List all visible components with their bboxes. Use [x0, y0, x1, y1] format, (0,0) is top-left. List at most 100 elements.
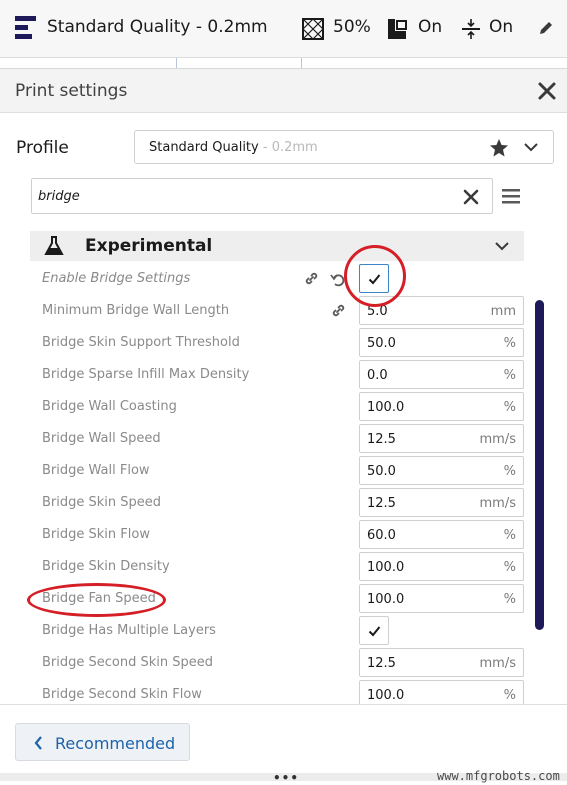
- setting-label: Bridge Sparse Infill Max Density: [42, 367, 250, 382]
- setting-value: 60.0: [367, 528, 396, 543]
- setting-label: Bridge Has Multiple Layers: [42, 623, 216, 638]
- setting-value: 12.5: [367, 496, 396, 511]
- setting-label: Bridge Skin Speed: [42, 495, 162, 510]
- setting-value-field[interactable]: 12.5 mm/s: [359, 424, 524, 453]
- setting-row: Enable Bridge Settings: [30, 263, 524, 293]
- star-icon[interactable]: [489, 138, 509, 158]
- setting-label: Bridge Wall Speed: [42, 431, 161, 446]
- setting-value: 100.0: [367, 688, 405, 703]
- setting-label: Enable Bridge Settings: [42, 271, 191, 286]
- setting-value: 100.0: [367, 400, 405, 415]
- settings-list: Experimental Enable Bridge Settings Minim…: [30, 229, 530, 704]
- setting-value-field[interactable]: 100.0%: [359, 680, 524, 704]
- category-title: Experimental: [85, 236, 213, 256]
- setting-label: Bridge Skin Density: [42, 559, 170, 574]
- setting-row: Bridge Second Skin Speed 12.5 mm/s: [30, 647, 524, 677]
- setting-value-field[interactable]: 100.0%: [359, 584, 524, 613]
- close-icon[interactable]: [536, 80, 558, 102]
- search-input[interactable]: [38, 186, 438, 206]
- setting-unit: %: [503, 592, 516, 607]
- adhesion-icon: [462, 19, 480, 39]
- adhesion-value[interactable]: On: [489, 17, 513, 37]
- setting-unit: %: [503, 336, 516, 351]
- setting-row: Bridge Has Multiple Layers: [30, 615, 524, 645]
- setting-unit: %: [503, 560, 516, 575]
- setting-label: Bridge Second Skin Flow: [42, 687, 202, 702]
- setting-label: Bridge Skin Support Threshold: [42, 335, 240, 350]
- setting-value-field[interactable]: 50.0%: [359, 456, 524, 485]
- setting-label: Bridge Wall Coasting: [42, 399, 177, 414]
- setting-value-field[interactable]: 0.0%: [359, 360, 524, 389]
- category-experimental[interactable]: Experimental: [30, 231, 524, 261]
- link-icon[interactable]: [304, 271, 319, 286]
- setting-row: Bridge Sparse Infill Max Density 0.0%: [30, 359, 524, 389]
- setting-row: Bridge Skin Speed 12.5 mm/s: [30, 487, 524, 517]
- recommended-button[interactable]: Recommended: [15, 723, 190, 761]
- setting-row: Bridge Fan Speed 100.0%: [30, 583, 524, 613]
- setting-label: Bridge Wall Flow: [42, 463, 150, 478]
- panel-footer: Recommended ••• www.mfgrobots.com: [0, 704, 567, 785]
- print-setup-bar[interactable]: Standard Quality - 0.2mm 50% On On: [0, 0, 567, 58]
- chevron-down-icon[interactable]: [494, 241, 510, 252]
- setting-value-field[interactable]: 5.0 mm: [359, 296, 524, 325]
- setting-unit: %: [503, 368, 516, 383]
- setting-row: Bridge Skin Support Threshold 50.0%: [30, 327, 524, 357]
- chevron-down-icon[interactable]: [523, 141, 539, 153]
- setting-row: Bridge Skin Flow 60.0%: [30, 519, 524, 549]
- setting-value-field[interactable]: 60.0%: [359, 520, 524, 549]
- setting-value: 100.0: [367, 592, 405, 607]
- setting-row: Minimum Bridge Wall Length 5.0 mm: [30, 295, 524, 325]
- clear-search-icon[interactable]: [462, 188, 480, 206]
- panel-header: Print settings: [0, 69, 567, 113]
- flask-icon: [44, 236, 64, 255]
- setting-value: 12.5: [367, 656, 396, 671]
- setting-unit: %: [503, 464, 516, 479]
- tab-divider: [176, 58, 302, 68]
- drag-handle[interactable]: •••: [273, 771, 299, 785]
- infill-icon: [302, 18, 324, 40]
- setting-value: 50.0: [367, 336, 396, 351]
- quality-icon: [15, 16, 36, 39]
- setting-value: 50.0: [367, 464, 396, 479]
- setting-checkbox[interactable]: [359, 264, 389, 293]
- pencil-icon[interactable]: [538, 20, 554, 36]
- setting-label: Bridge Fan Speed: [42, 591, 156, 606]
- setting-row: Bridge Skin Density 100.0%: [30, 551, 524, 581]
- infill-value[interactable]: 50%: [333, 17, 371, 37]
- setting-unit: mm/s: [479, 496, 516, 511]
- setting-unit: %: [503, 688, 516, 703]
- setting-value-field[interactable]: 12.5 mm/s: [359, 488, 524, 517]
- setting-unit: mm/s: [479, 656, 516, 671]
- setting-value-field[interactable]: 100.0%: [359, 552, 524, 581]
- setting-value: 12.5: [367, 432, 396, 447]
- setting-unit: %: [503, 400, 516, 415]
- scrollbar[interactable]: [535, 300, 544, 630]
- chevron-left-icon: [34, 736, 42, 750]
- setting-label: Bridge Second Skin Speed: [42, 655, 213, 670]
- support-value[interactable]: On: [418, 17, 442, 37]
- reset-icon[interactable]: [330, 272, 345, 287]
- setting-unit: %: [503, 528, 516, 543]
- setting-unit: mm/s: [479, 432, 516, 447]
- setting-row: Bridge Wall Speed 12.5 mm/s: [30, 423, 524, 453]
- profile-dropdown[interactable]: Standard Quality - 0.2mm: [134, 130, 554, 164]
- setting-row: Bridge Wall Flow 50.0%: [30, 455, 524, 485]
- panel-title: Print settings: [15, 81, 128, 101]
- setting-unit: mm: [490, 304, 516, 319]
- recommended-label: Recommended: [55, 734, 176, 753]
- link-icon[interactable]: [331, 303, 346, 318]
- setting-checkbox[interactable]: [359, 616, 389, 645]
- setting-value: 100.0: [367, 560, 405, 575]
- profile-selected: Standard Quality - 0.2mm: [149, 140, 318, 155]
- settings-search[interactable]: [31, 178, 493, 214]
- setting-value-field[interactable]: 12.5 mm/s: [359, 648, 524, 677]
- setting-value-field[interactable]: 100.0%: [359, 392, 524, 421]
- settings-menu-icon[interactable]: [502, 188, 520, 204]
- print-settings-panel: Print settings Profile Standard Quality …: [0, 68, 567, 785]
- support-icon: [388, 19, 407, 39]
- quality-profile-label[interactable]: Standard Quality - 0.2mm: [47, 17, 268, 37]
- watermark: www.mfgrobots.com: [437, 769, 560, 783]
- setting-value-field[interactable]: 50.0%: [359, 328, 524, 357]
- setting-label: Minimum Bridge Wall Length: [42, 303, 230, 318]
- setting-value: 5.0: [367, 304, 388, 319]
